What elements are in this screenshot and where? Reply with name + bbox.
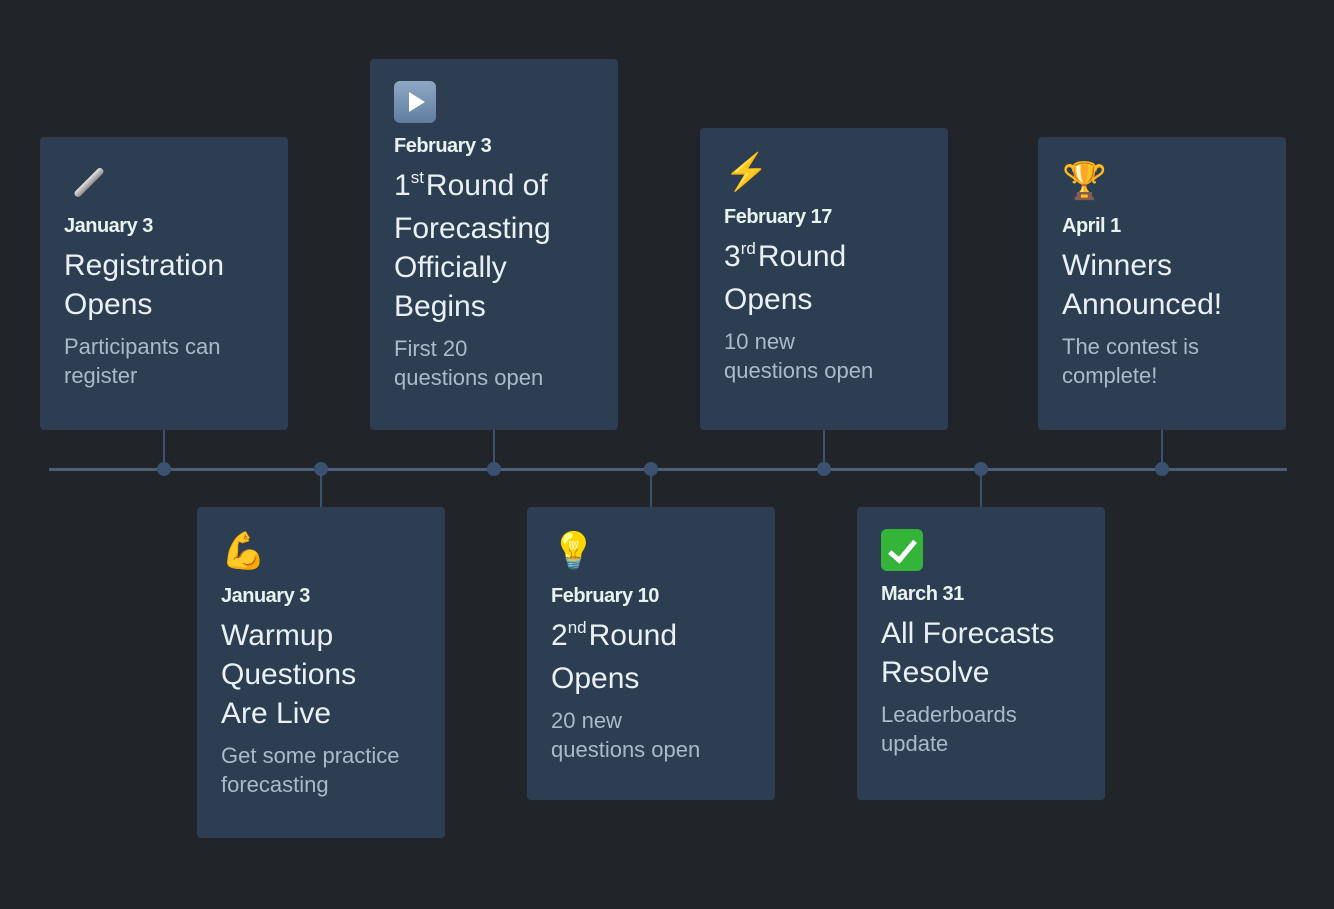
fountain-pen-icon [64, 159, 108, 203]
event-card-resolve: March 31 All Forecasts Resolve Leaderboa… [857, 507, 1105, 800]
event-date: March 31 [881, 583, 964, 605]
event-description: First 20 questions open [394, 336, 544, 390]
ordinal-number: 3 [724, 240, 741, 273]
timeline-node [157, 462, 171, 476]
event-title: 1stRound of Forecasting Officially Begin… [394, 168, 551, 323]
event-date: February 17 [724, 206, 832, 228]
event-date: February 3 [394, 135, 492, 157]
event-description: 20 new questions open [551, 708, 701, 762]
ordinal-suffix: rd [740, 239, 756, 258]
event-date: January 3 [64, 215, 153, 237]
event-description: 10 new questions open [724, 329, 874, 383]
event-title: All Forecasts Resolve [881, 617, 1055, 689]
event-date: January 3 [221, 585, 310, 607]
timeline-node [817, 462, 831, 476]
timeline-node [314, 462, 328, 476]
play-button-icon [394, 81, 436, 123]
trophy-icon: 🏆 [1062, 160, 1107, 201]
ordinal-number: 1 [394, 169, 411, 202]
timeline-axis [49, 468, 1287, 471]
event-title: Registration Opens [64, 249, 225, 321]
event-description: Get some practice forecasting [221, 743, 400, 797]
timeline-node [974, 462, 988, 476]
ordinal-suffix: st [410, 168, 424, 187]
timeline-node [487, 462, 501, 476]
event-card-warmup: 💪 January 3 Warmup Questions Are Live Ge… [197, 507, 445, 838]
timeline-node [644, 462, 658, 476]
timeline-node [1155, 462, 1169, 476]
lightning-bolt-icon: ⚡ [724, 151, 769, 192]
event-date: February 10 [551, 585, 659, 607]
event-description: Leaderboards update [881, 702, 1017, 756]
light-bulb-icon: 💡 [551, 530, 596, 571]
event-description: Participants can register [64, 334, 221, 388]
flexed-biceps-icon: 💪 [221, 530, 266, 571]
event-title: 3rdRound Opens [724, 239, 847, 316]
event-date: April 1 [1062, 215, 1121, 237]
event-title: Warmup Questions Are Live [221, 619, 357, 730]
check-mark-icon [881, 529, 923, 571]
ordinal-suffix: nd [567, 618, 587, 637]
event-card-round-2: 💡 February 10 2ndRound Opens 20 new ques… [527, 507, 775, 800]
event-description: The contest is complete! [1062, 334, 1199, 388]
ordinal-number: 2 [551, 619, 568, 652]
event-card-winners: 🏆 April 1 Winners Announced! The contest… [1038, 137, 1286, 430]
event-title: Winners Announced! [1062, 249, 1223, 321]
event-card-registration: January 3 Registration Opens Participant… [40, 137, 288, 430]
event-card-round-1: February 3 1stRound of Forecasting Offic… [370, 59, 618, 430]
event-card-round-3: ⚡ February 17 3rdRound Opens 10 new ques… [700, 128, 948, 430]
event-title: 2ndRound Opens [551, 618, 678, 695]
